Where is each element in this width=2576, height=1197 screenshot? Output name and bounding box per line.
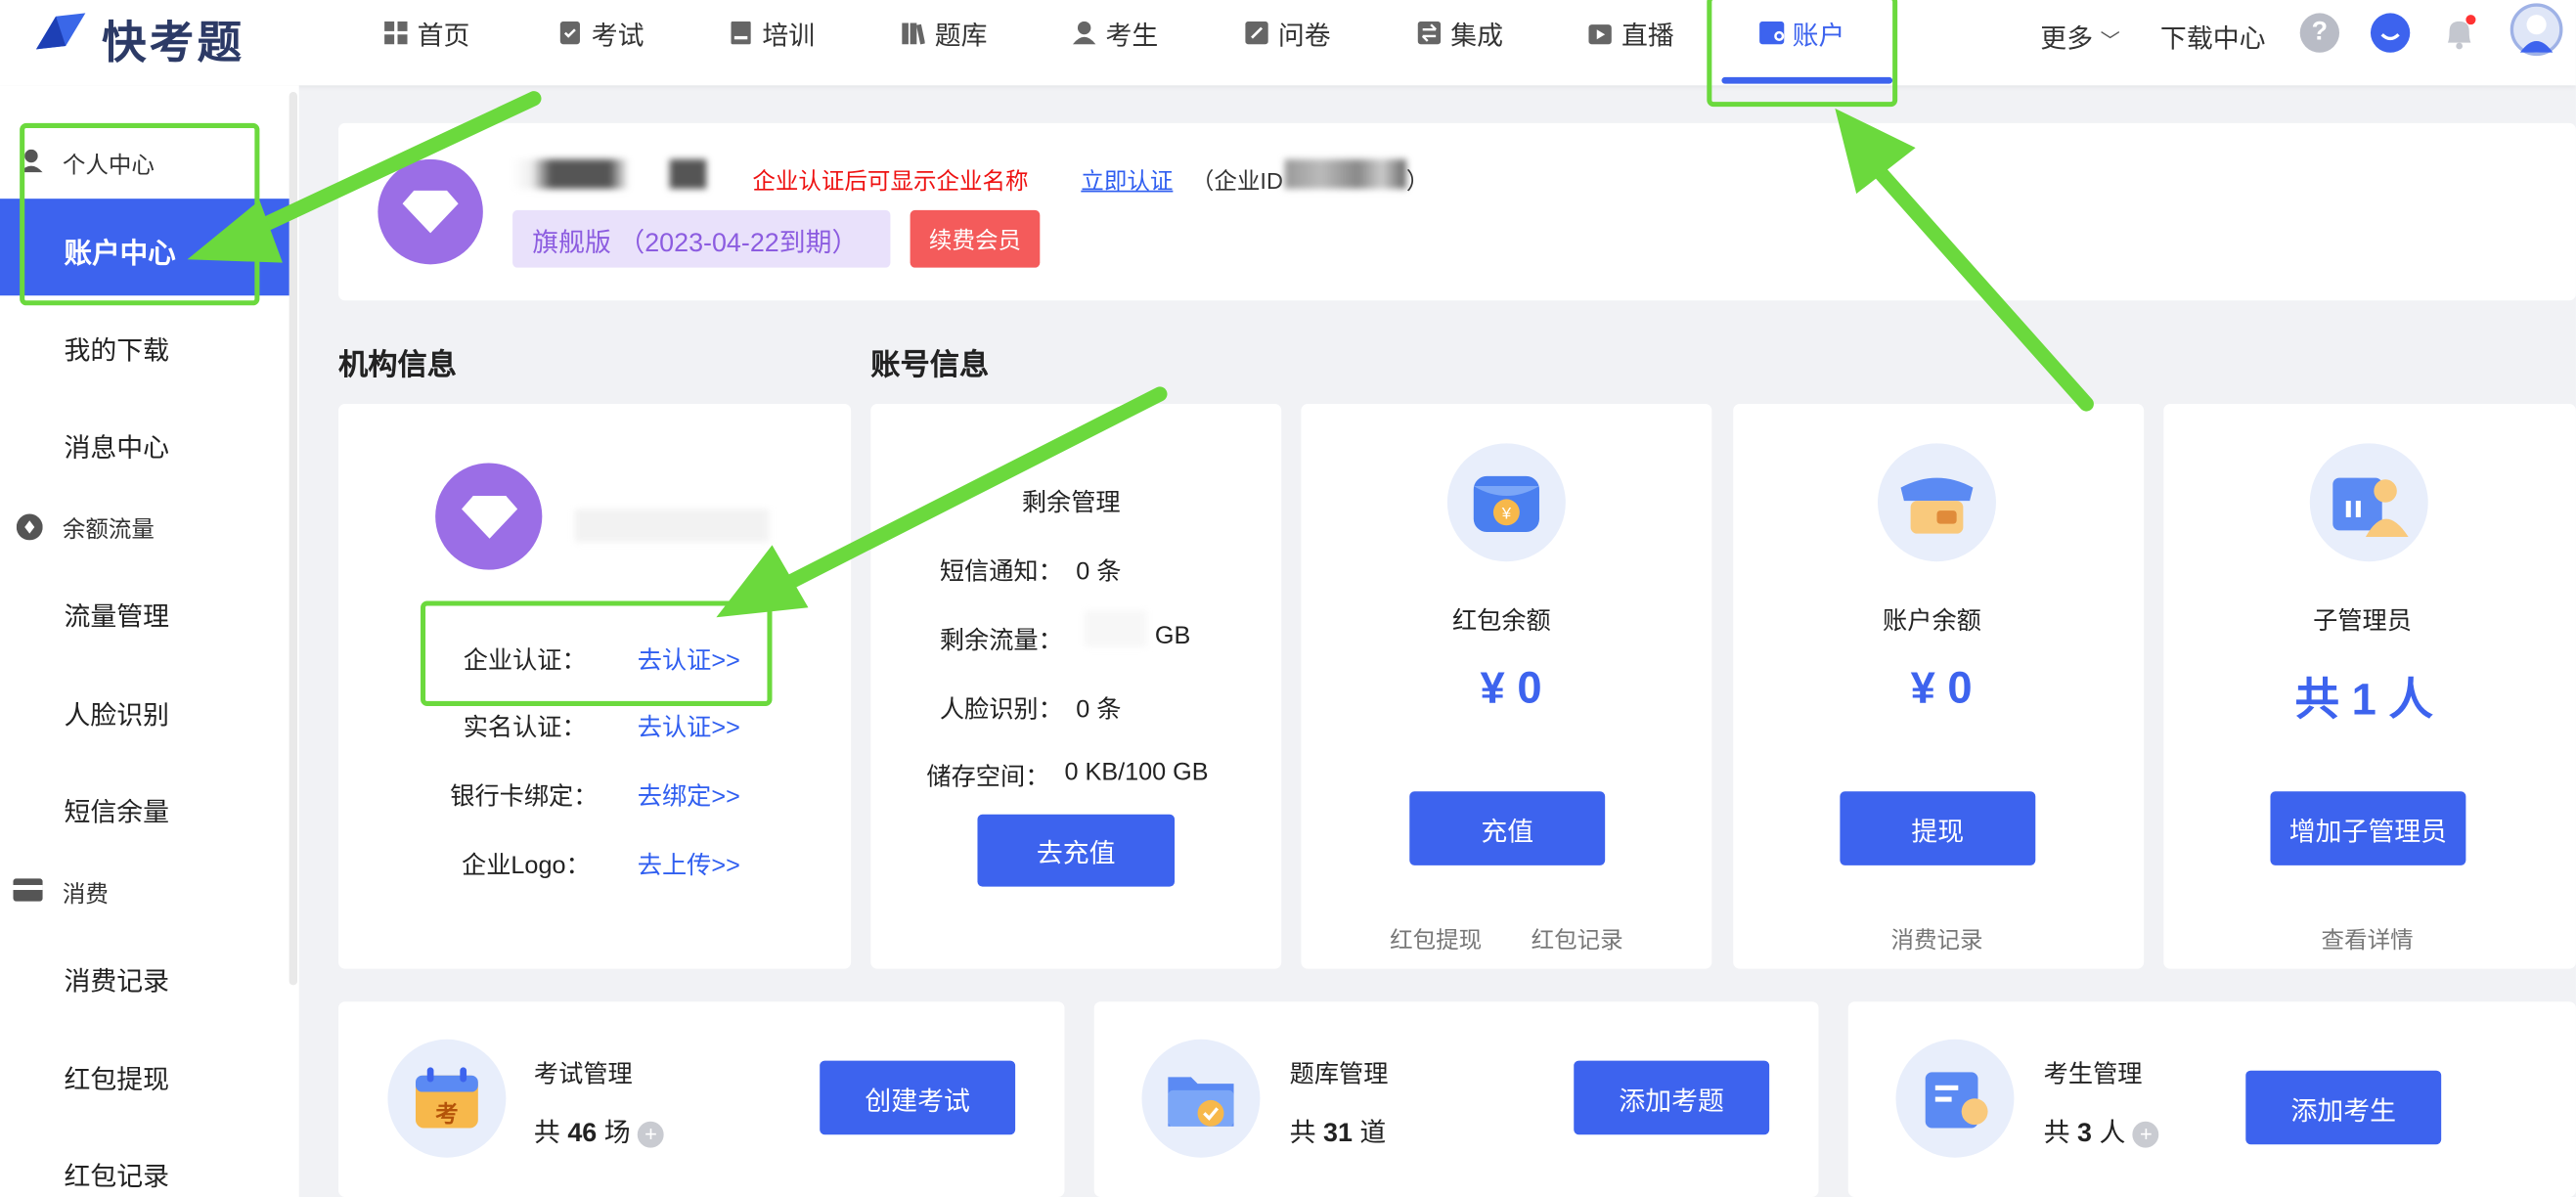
annotation-arrows bbox=[187, 91, 2094, 618]
arrow-to-account-nav bbox=[1835, 108, 2094, 412]
arrow-to-sidebar bbox=[187, 91, 542, 263]
arrow-to-org-cert bbox=[716, 386, 1168, 618]
